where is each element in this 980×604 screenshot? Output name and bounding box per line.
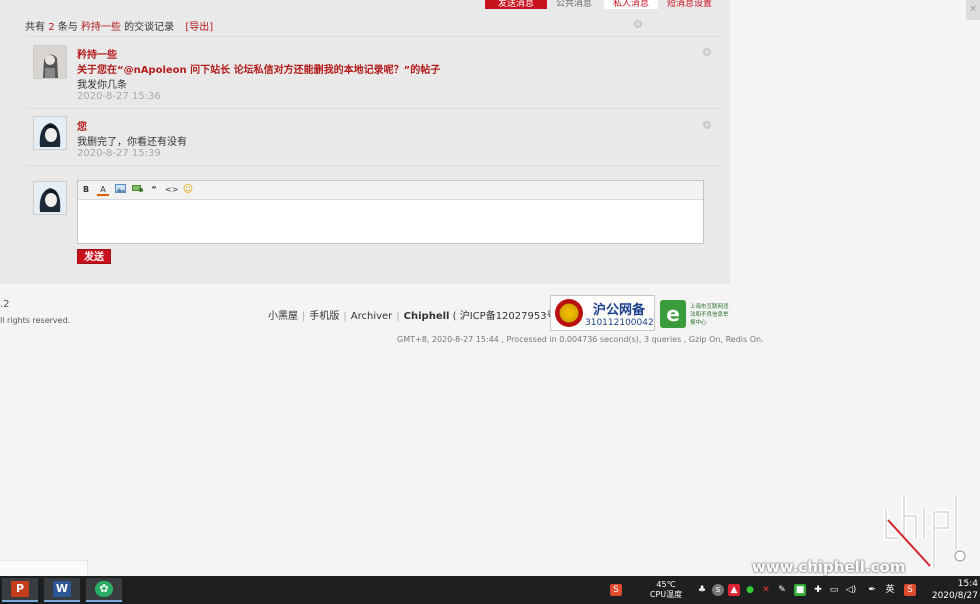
summary-suffix: 的交谈记录 — [124, 22, 175, 33]
police-record-badge[interactable]: 沪公网备 310112100042806 — [550, 295, 655, 331]
avatar-image — [34, 46, 66, 78]
footer-links: 小黑屋 | 手机版 | Archiver | Chiphell ( 沪ICP备1202795… — [268, 311, 574, 322]
summary-prefix: 共有 — [25, 22, 45, 33]
message-author[interactable]: 您 — [77, 118, 87, 133]
tray-upload-icon[interactable]: ▲ — [728, 584, 740, 596]
bold-icon[interactable]: B — [80, 184, 92, 196]
tab-private-messages[interactable]: 私人消息 — [604, 0, 658, 9]
cpu-temperature-value: 45℃ — [656, 580, 676, 589]
cpu-temperature-label: CPU温度 — [649, 590, 683, 599]
police-record-number: 310112100042806 — [585, 318, 654, 328]
footer-link-archiver[interactable]: Archiver — [351, 311, 393, 322]
close-icon[interactable]: × — [634, 20, 642, 28]
report-envelope-icon: e — [660, 300, 686, 328]
summary-user-link[interactable]: 矜持一些 — [81, 22, 121, 33]
clock-date: 2020/8/27 — [931, 591, 978, 601]
footer-stats: GMT+8, 2020-8-27 15:44 , Processed in 0.… — [397, 335, 764, 344]
conversation-summary: 共有 2 条与 矜持一些 的交谈记录 [导出] — [25, 18, 213, 33]
avatar-image — [34, 182, 66, 214]
reply-textarea[interactable] — [78, 200, 703, 243]
report-center-badge[interactable]: e 上海市互联网违法和不良信息举报中心 — [660, 298, 732, 330]
message-time: 2020-8-27 15:39 — [77, 148, 161, 159]
quote-icon[interactable]: “ — [148, 184, 160, 196]
message-title[interactable]: 关于您在“@nApoleon 问下站长 论坛私信对方还能删我的本地记录呢？”的帖… — [77, 61, 440, 76]
tray-close-icon[interactable]: ✕ — [760, 584, 772, 596]
send-button[interactable]: 发送 — [77, 249, 111, 264]
wechat-icon: ✿ — [95, 581, 113, 597]
tray-app-icon[interactable]: S — [610, 584, 622, 596]
taskbar-word[interactable]: W — [44, 578, 80, 602]
message-panel: 发送消息 公共消息 私人消息 短消息设置 共有 2 条与 矜持一些 的交谈记录 … — [0, 0, 730, 284]
avatar-image — [34, 117, 66, 149]
scroll-handle[interactable]: × — [966, 0, 980, 20]
smiley-icon[interactable]: ☺ — [182, 184, 194, 196]
code-icon[interactable]: <> — [165, 184, 178, 196]
editor-toolbar: B A “ <> ☺ — [78, 181, 703, 200]
avatar — [33, 181, 67, 215]
police-record-title: 沪公网备 — [593, 303, 646, 318]
footer-rights: ll rights reserved. — [0, 316, 71, 325]
pen-icon[interactable]: ✒ — [866, 584, 878, 596]
tray-people-icon[interactable]: ♣ — [696, 584, 708, 596]
watermark-url: www.chiphell.com — [752, 558, 906, 576]
powerpoint-icon: P — [11, 581, 29, 597]
message-time: 2020-8-27 15:36 — [77, 91, 161, 102]
divider — [25, 36, 720, 37]
message-body: 我删完了，你看还有没有 — [77, 137, 187, 148]
police-emblem-icon — [555, 299, 583, 327]
ime-indicator[interactable]: 英 — [884, 584, 896, 596]
word-icon: W — [53, 581, 71, 597]
summary-middle: 条与 — [57, 22, 78, 33]
export-link[interactable]: [导出] — [185, 22, 213, 33]
link-icon[interactable] — [131, 184, 143, 196]
avatar[interactable] — [33, 45, 67, 79]
font-color-icon[interactable]: A — [97, 184, 109, 196]
network-icon[interactable]: ▭ — [828, 584, 840, 596]
footer-site-name[interactable]: Chiphell — [404, 311, 450, 322]
avatar[interactable] — [33, 116, 67, 150]
message-body: 我发你几条 — [77, 80, 127, 91]
message-author[interactable]: 矜持一些 — [77, 46, 117, 61]
tray-green-icon[interactable]: ■ — [794, 584, 806, 596]
tab-send-message[interactable]: 发送消息 — [485, 0, 547, 9]
system-clock[interactable]: 15:4 2020/8/27 — [922, 578, 978, 602]
tray-wechat-icon[interactable]: ● — [744, 584, 756, 596]
tab-message-settings[interactable]: 短消息设置 — [667, 0, 712, 9]
footer-link-mobile[interactable]: 手机版 — [309, 311, 339, 322]
divider — [25, 108, 720, 109]
tray-shield-icon[interactable]: ✚ — [812, 584, 824, 596]
taskbar-powerpoint[interactable]: P — [2, 578, 38, 602]
summary-count: 2 — [48, 22, 55, 33]
image-icon[interactable] — [114, 184, 126, 196]
footer-link-blackroom[interactable]: 小黑屋 — [268, 311, 298, 322]
reply-editor: B A “ <> ☺ — [77, 180, 704, 244]
divider — [25, 165, 720, 166]
footer-version: .2 — [0, 299, 10, 310]
bottom-panel-stub — [0, 560, 88, 577]
tray-tool-icon[interactable]: ✎ — [776, 584, 788, 596]
clock-time: 15:4 — [957, 579, 978, 589]
tray-s-icon[interactable]: s — [712, 584, 724, 596]
close-icon[interactable]: × — [703, 121, 711, 129]
taskbar-wechat[interactable]: ✿ — [86, 578, 122, 602]
tray-input-icon[interactable]: S — [904, 584, 916, 596]
close-icon[interactable]: × — [703, 48, 711, 56]
tab-public-messages[interactable]: 公共消息 — [556, 0, 592, 9]
report-center-text: 上海市互联网违法和不良信息举报中心 — [690, 304, 729, 326]
cpu-temperature[interactable]: 45℃ CPU温度 — [648, 580, 684, 600]
volume-icon[interactable]: ◁) — [845, 584, 857, 596]
